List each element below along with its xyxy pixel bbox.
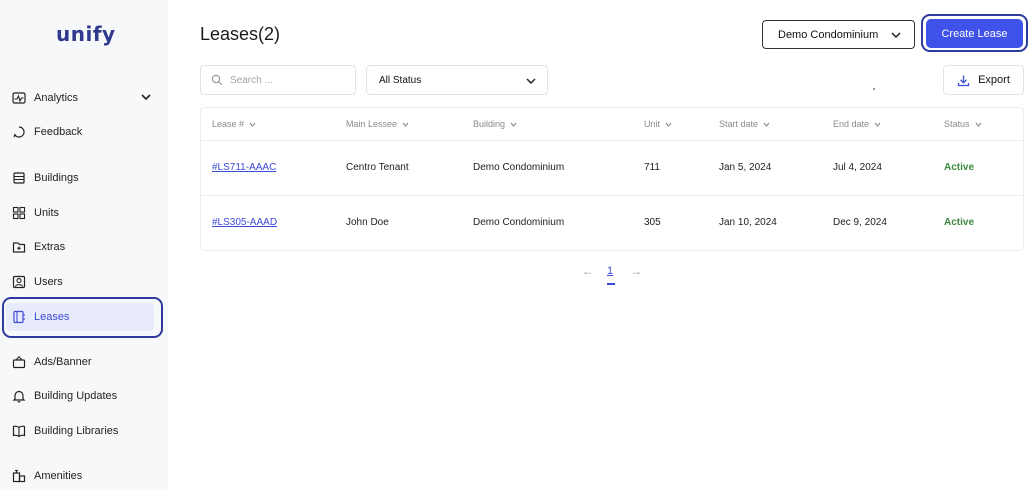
start-date-cell: Jan 10, 2024 [719,217,777,228]
sidebar-item-extras[interactable]: Extras [8,233,158,261]
lessee-cell: John Doe [346,217,389,228]
book-icon [12,424,26,438]
lessee-cell: Centro Tenant [346,162,409,173]
sidebar-item-building-updates[interactable]: Building Updates [8,382,158,410]
current-page-indicator [607,283,615,285]
sidebar-item-label: Analytics [34,92,79,104]
column-label: End date [833,119,870,129]
status-select-value: All Status [379,74,422,86]
sidebar-item-buildings[interactable]: Buildings [8,164,158,192]
column-label: Lease # [212,119,245,129]
sort-chevron-icon [665,122,672,127]
column-header-main-lessee[interactable]: Main Lessee [346,119,410,129]
column-label: Main Lessee [346,119,398,129]
sort-chevron-icon [402,122,409,127]
users-icon [12,275,26,289]
buildings-icon [12,171,26,185]
column-header-status[interactable]: Status [944,119,983,129]
export-label: Export [978,74,1010,86]
chevron-down-icon [526,78,536,85]
column-label: Start date [719,119,759,129]
export-button[interactable]: Export [943,65,1024,95]
chevron-down-icon [891,32,901,39]
analytics-icon [12,91,26,105]
sidebar-item-ads-banner[interactable]: Ads/Banner [8,348,158,376]
leases-table: Lease # Main Lessee Building Unit Start … [200,107,1024,251]
column-label: Unit [644,119,661,129]
sidebar-item-amenities[interactable]: Amenities [8,462,158,490]
unit-cell: 305 [644,217,661,228]
column-label: Status [944,119,970,129]
sidebar-item-label: Building Updates [34,390,118,402]
column-header-end-date[interactable]: End date [833,119,882,129]
lease-link[interactable]: #LS305-AAAD [212,217,277,228]
building-cell: Demo Condominium [473,217,565,228]
lease-link[interactable]: #LS711-AAAC [212,162,276,173]
feedback-icon [12,125,26,139]
table-row: #LS305-AAAD John Doe Demo Condominium 30… [201,196,1023,251]
column-header-building[interactable]: Building [473,119,518,129]
sidebar-item-label: Buildings [34,172,79,184]
chevron-down-icon[interactable] [140,91,152,103]
sort-chevron-icon [874,122,881,127]
download-icon [957,75,970,86]
highlight-ring [2,297,163,338]
column-header-lease[interactable]: Lease # [212,119,257,129]
building-select[interactable]: Demo Condominium [762,20,915,49]
sidebar-item-label: Amenities [34,470,83,482]
sidebar: unify Analytics Feedback Buildings Units… [0,0,168,490]
units-icon [12,206,26,220]
search-icon [211,74,223,86]
extras-icon [12,240,26,254]
sidebar-item-units[interactable]: Units [8,199,158,227]
pagination: ← 1 → [582,264,646,288]
next-page-arrow-icon[interactable]: → [630,264,642,278]
sidebar-item-label: Units [34,207,60,219]
brand-logo[interactable]: unify [56,22,116,46]
page-number[interactable]: 1 [607,265,613,277]
search-box[interactable] [200,65,356,95]
sidebar-item-label: Building Libraries [34,425,119,437]
sidebar-item-label: Feedback [34,126,83,138]
sort-chevron-icon [975,122,981,127]
sidebar-item-label: Users [34,276,63,288]
sidebar-item-users[interactable]: Users [8,268,158,296]
sidebar-item-building-libraries[interactable]: Building Libraries [8,417,158,445]
start-date-cell: Jan 5, 2024 [719,162,772,173]
status-badge: Active [944,217,975,228]
page-title: Leases(2) [200,24,281,44]
sort-chevron-icon [763,122,770,127]
table-row: #LS711-AAAC Centro Tenant Demo Condomini… [201,141,1023,196]
previous-page-arrow-icon[interactable]: ← [582,264,594,278]
status-badge: Active [944,162,975,173]
building-cell: Demo Condominium [473,162,565,173]
ads-icon [12,355,26,369]
building-select-value: Demo Condominium [778,28,879,41]
column-header-start-date[interactable]: Start date [719,119,771,129]
unit-cell: 711 [644,162,660,173]
column-label: Building [473,119,506,129]
end-date-cell: Jul 4, 2024 [833,162,882,173]
bell-icon [12,389,26,403]
sidebar-item-label: Ads/Banner [34,356,92,368]
amenities-icon [12,469,26,483]
end-date-cell: Dec 9, 2024 [833,217,887,228]
column-header-unit[interactable]: Unit [644,119,673,129]
search-input[interactable] [230,74,350,86]
sidebar-item-analytics[interactable]: Analytics [8,84,158,112]
create-lease-button[interactable]: Create Lease [926,19,1023,48]
sidebar-item-label: Extras [34,241,66,253]
sort-chevron-icon [249,122,256,127]
divider-dot [873,88,875,90]
status-select[interactable]: All Status [366,65,548,95]
table-header: Lease # Main Lessee Building Unit Start … [201,108,1023,141]
sidebar-item-feedback[interactable]: Feedback [8,118,158,146]
sort-chevron-icon [510,122,517,127]
